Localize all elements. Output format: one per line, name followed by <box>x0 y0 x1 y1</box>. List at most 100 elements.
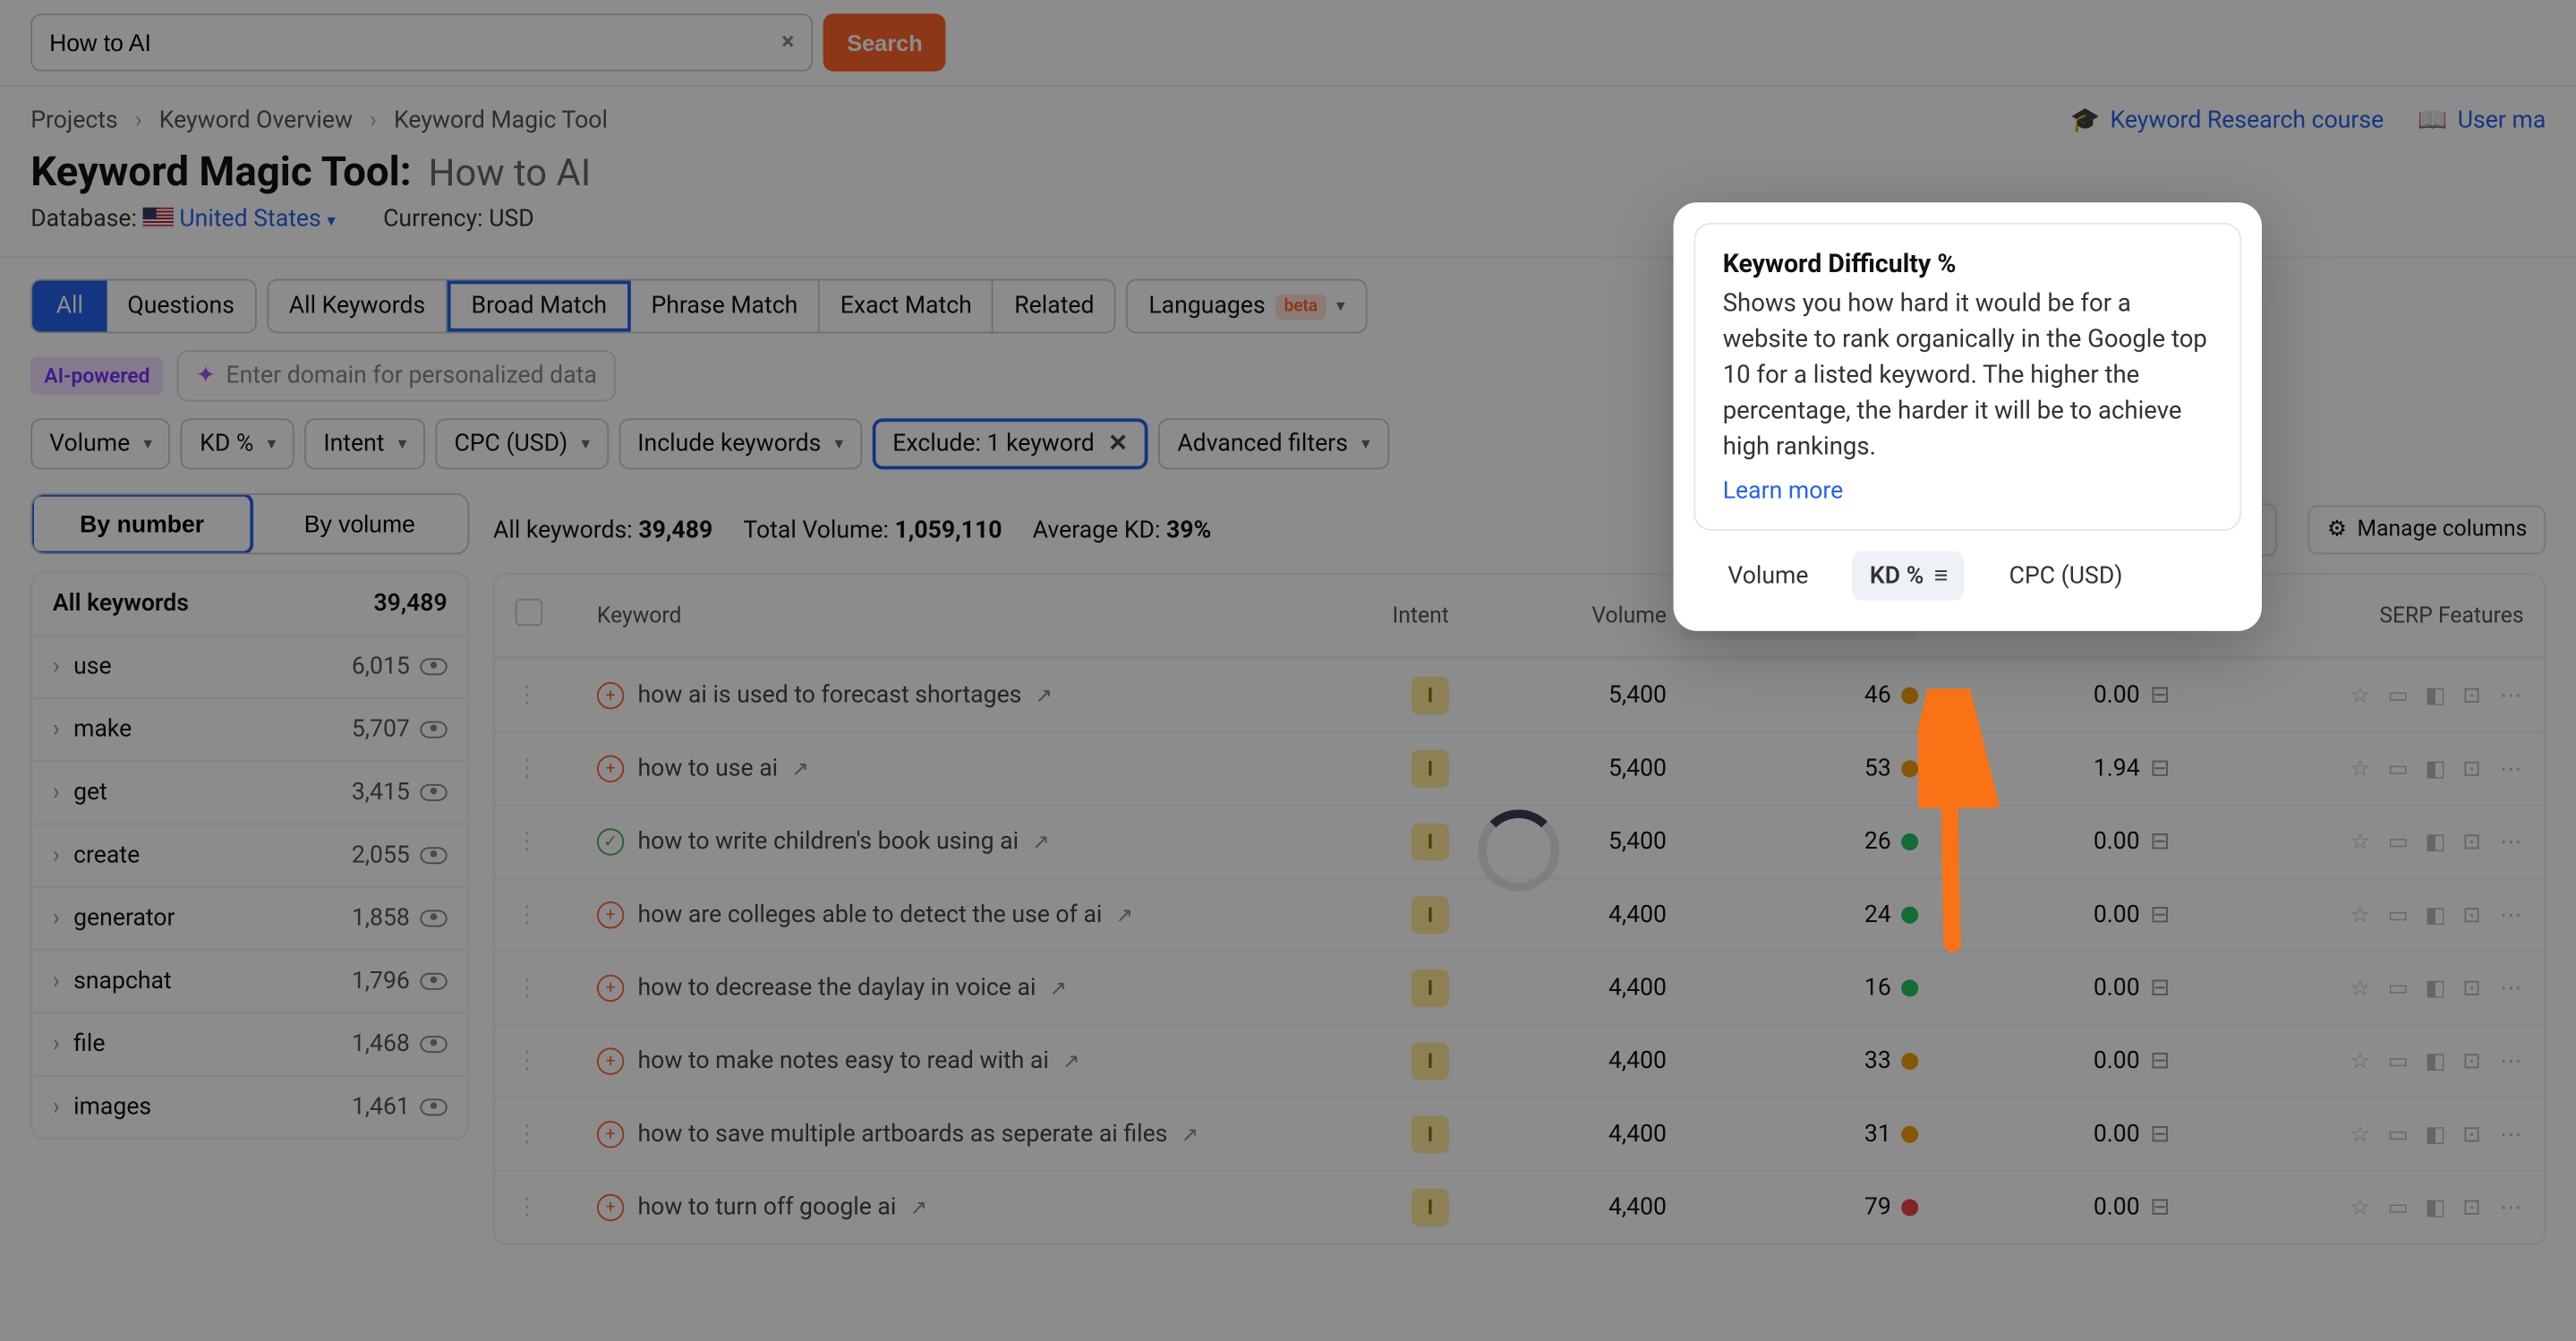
drag-handle-icon[interactable]: ⋮ <box>516 828 584 855</box>
keyword-text: how to turn off google ai <box>638 1194 897 1221</box>
filter-cpc[interactable]: CPC (USD)▾ <box>436 418 609 469</box>
col-intent[interactable]: Intent <box>1296 603 1449 629</box>
tab-all[interactable]: All <box>32 281 107 332</box>
drag-handle-icon[interactable]: ⋮ <box>516 975 584 1002</box>
add-keyword-icon[interactable]: + <box>597 975 624 1002</box>
languages-filter[interactable]: Languages beta ▾ <box>1127 279 1368 334</box>
add-keyword-icon[interactable]: + <box>597 901 624 928</box>
category-count: 1,468 <box>352 1030 410 1057</box>
col-keyword[interactable]: Keyword <box>597 603 1283 629</box>
category-label: file <box>73 1030 105 1057</box>
col-volume[interactable]: Volume <box>1463 603 1667 629</box>
external-link-icon[interactable]: ↗ <box>1181 1123 1198 1147</box>
drag-handle-icon[interactable]: ⋮ <box>516 1194 584 1221</box>
external-link-icon[interactable]: ↗ <box>1116 903 1133 927</box>
drag-handle-icon[interactable]: ⋮ <box>516 1121 584 1148</box>
external-link-icon[interactable]: ↗ <box>1036 684 1053 708</box>
country-select[interactable]: United States <box>179 206 320 233</box>
chevron-down-icon: ▾ <box>835 434 844 453</box>
match-exact[interactable]: Exact Match <box>820 281 994 332</box>
select-all-checkbox[interactable] <box>516 599 542 626</box>
serp-icon: ◧ <box>2425 1196 2449 1220</box>
serp-icon: ⊡ <box>2462 977 2486 1001</box>
toggle-by-volume[interactable]: By volume <box>252 495 467 553</box>
breadcrumb-projects[interactable]: Projects <box>30 107 118 134</box>
chevron-down-icon[interactable]: ▾ <box>327 213 336 232</box>
table-row[interactable]: ⋮+how to use ai↗I5,400531.94⊟☆▭◧⊡⋯ <box>495 731 2545 805</box>
category-item[interactable]: › file 1,468 <box>32 1012 467 1075</box>
filter-kd[interactable]: KD %▾ <box>181 418 294 469</box>
match-broad[interactable]: Broad Match <box>448 281 631 332</box>
eye-icon[interactable] <box>420 910 447 927</box>
category-item[interactable]: ›get3,415 <box>32 760 467 823</box>
match-phrase[interactable]: Phrase Match <box>631 281 820 332</box>
manage-columns-button[interactable]: ⚙Manage columns <box>2308 505 2546 554</box>
external-link-icon[interactable]: ↗ <box>1062 1049 1079 1073</box>
table-row[interactable]: ⋮+how to make notes easy to read with ai… <box>495 1024 2545 1098</box>
eye-icon[interactable] <box>420 847 447 864</box>
category-item[interactable]: ›snapchat1,796 <box>32 949 467 1012</box>
tooltip-learn-more-link[interactable]: Learn more <box>1723 478 1844 505</box>
eye-icon[interactable] <box>420 784 447 801</box>
link-label: User ma <box>2458 107 2546 134</box>
drag-handle-icon[interactable]: ⋮ <box>516 1047 584 1074</box>
toggle-by-number[interactable]: By number <box>30 493 253 554</box>
filter-intent[interactable]: Intent▾ <box>304 418 425 469</box>
match-all-keywords[interactable]: All Keywords <box>269 281 448 332</box>
research-course-link[interactable]: 🎓 Keyword Research course <box>2070 107 2384 134</box>
category-header[interactable]: All keywords 39,489 <box>32 573 467 634</box>
tooltip-col-kd: KD %≡ <box>1853 551 1965 601</box>
category-item[interactable]: ›use6,015 <box>32 635 467 697</box>
chevron-right-icon: › <box>53 968 60 995</box>
add-keyword-icon[interactable]: ✓ <box>597 828 624 855</box>
serp-icon: ▭ <box>2388 684 2412 708</box>
category-item[interactable]: ›make5,707 <box>32 697 467 760</box>
kd-cell: 31 <box>1680 1121 1918 1148</box>
external-link-icon[interactable]: ↗ <box>1050 977 1067 1001</box>
table-row[interactable]: ⋮+how to turn off google ai↗I4,400790.00… <box>495 1170 2545 1243</box>
category-item[interactable]: ›create2,055 <box>32 824 467 886</box>
eye-icon[interactable] <box>420 1098 447 1115</box>
add-keyword-icon[interactable]: + <box>597 756 624 782</box>
add-keyword-icon[interactable]: + <box>597 1194 624 1221</box>
add-keyword-icon[interactable]: + <box>597 682 624 709</box>
add-keyword-icon[interactable]: + <box>597 1047 624 1074</box>
kd-indicator-icon <box>1901 1200 1918 1217</box>
chevron-right-icon: › <box>53 1030 60 1057</box>
drag-handle-icon[interactable]: ⋮ <box>516 756 584 782</box>
domain-input[interactable]: ✦ Enter domain for personalized data <box>177 350 616 401</box>
user-manual-link[interactable]: 📖 User ma <box>2418 107 2546 134</box>
add-keyword-icon[interactable]: + <box>597 1121 624 1148</box>
filter-exclude[interactable]: Exclude: 1 keyword✕ <box>872 418 1148 469</box>
category-count: 5,707 <box>352 716 410 743</box>
drag-handle-icon[interactable]: ⋮ <box>516 682 584 709</box>
external-link-icon[interactable]: ↗ <box>791 757 808 782</box>
serp-icon: ☆ <box>2350 903 2375 927</box>
eye-icon[interactable] <box>420 722 447 739</box>
filter-advanced[interactable]: Advanced filters▾ <box>1158 418 1388 469</box>
match-related[interactable]: Related <box>994 281 1114 332</box>
eye-icon[interactable] <box>420 973 447 990</box>
serp-icon: ⊡ <box>2462 757 2486 782</box>
external-link-icon[interactable]: ↗ <box>1032 830 1049 854</box>
eye-icon[interactable] <box>420 658 447 675</box>
filter-volume[interactable]: Volume▾ <box>30 418 171 469</box>
category-item[interactable]: ›generator1,858 <box>32 886 467 949</box>
category-item[interactable]: ›images1,461 <box>32 1075 467 1138</box>
table-row[interactable]: ⋮+how to decrease the daylay in voice ai… <box>495 951 2545 1024</box>
table-row[interactable]: ⋮+how to save multiple artboards as sepe… <box>495 1098 2545 1171</box>
serp-icon: ⊡ <box>2462 1123 2486 1147</box>
breadcrumb-overview[interactable]: Keyword Overview <box>159 107 353 134</box>
chip-label: CPC (USD) <box>454 431 567 457</box>
tab-questions[interactable]: Questions <box>107 281 255 332</box>
search-button[interactable]: Search <box>823 13 947 72</box>
eye-icon[interactable] <box>420 1036 447 1053</box>
clear-icon[interactable]: × <box>781 29 794 56</box>
external-link-icon[interactable]: ↗ <box>910 1196 927 1220</box>
drag-handle-icon[interactable]: ⋮ <box>516 901 584 928</box>
table-row[interactable]: ⋮+how ai is used to forecast shortages↗I… <box>495 658 2545 731</box>
close-icon[interactable]: ✕ <box>1108 431 1128 457</box>
search-input[interactable] <box>49 29 781 56</box>
chevron-right-icon: › <box>135 107 142 134</box>
filter-include[interactable]: Include keywords▾ <box>618 418 862 469</box>
